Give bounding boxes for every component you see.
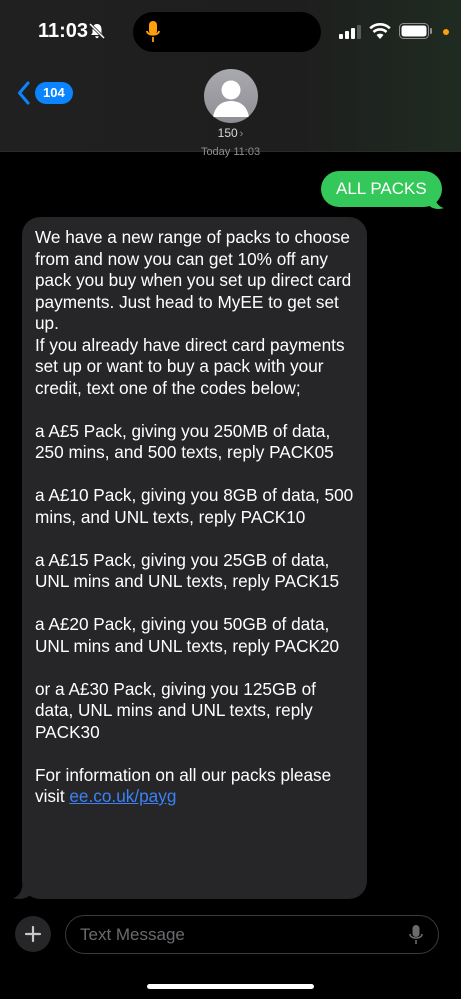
person-silhouette-icon [213,80,249,117]
unread-count-badge: 104 [35,82,73,104]
contact-chevron-icon: › [239,128,244,140]
message-paragraph-last: For information on all our packs please … [35,765,355,808]
message-input-placeholder: Text Message [80,925,185,944]
message-paragraph: a A£10 Pack, giving you 8GB of data, 500… [35,485,358,527]
signal-icon [339,25,361,39]
contact-name: 150 [217,126,238,140]
contact-name-row[interactable]: 150 › [0,126,461,140]
message-input[interactable]: Text Message [65,915,439,954]
message-paragraph: a A£15 Pack, giving you 25GB of data, UN… [35,549,340,592]
message-paragraph: a A£5 Pack, giving you 250MB of data, 25… [35,420,336,463]
bell-off-icon [88,22,106,40]
conversation-header: 11:03 104 150 › [0,0,461,152]
status-time: 11:03 [38,20,89,42]
back-chevron-icon [18,81,30,105]
received-bubble-tail [13,878,31,899]
received-message-bubble[interactable]: We have a new range of packs to choose f… [22,217,367,899]
dictation-microphone-icon[interactable] [408,924,424,946]
home-indicator[interactable] [147,984,314,989]
sent-bubble-tail [428,190,444,209]
contact-avatar-icon[interactable] [204,69,258,123]
message-paragraph: a A£20 Pack, giving you 50GB of data, UN… [35,614,340,656]
add-attachment-button[interactable] [15,916,51,952]
payg-link[interactable]: ee.co.uk/payg [69,786,176,806]
dynamic-island [133,12,321,52]
microphone-icon [146,21,160,42]
sent-message-bubble[interactable]: ALL PACKS [321,171,442,207]
battery-icon [399,23,432,39]
plus-icon [24,925,42,943]
message-timestamp: Today 11:03 [200,146,261,158]
message-paragraph: If you already have direct card payments… [35,334,350,398]
message-paragraph: or a A£30 Pack, giving you 125GB of data… [35,678,321,742]
wifi-icon [369,23,391,39]
message-paragraph: We have a new range of packs to choose f… [35,227,357,333]
back-button[interactable]: 104 [17,80,73,106]
privacy-indicator-dot [443,29,449,35]
